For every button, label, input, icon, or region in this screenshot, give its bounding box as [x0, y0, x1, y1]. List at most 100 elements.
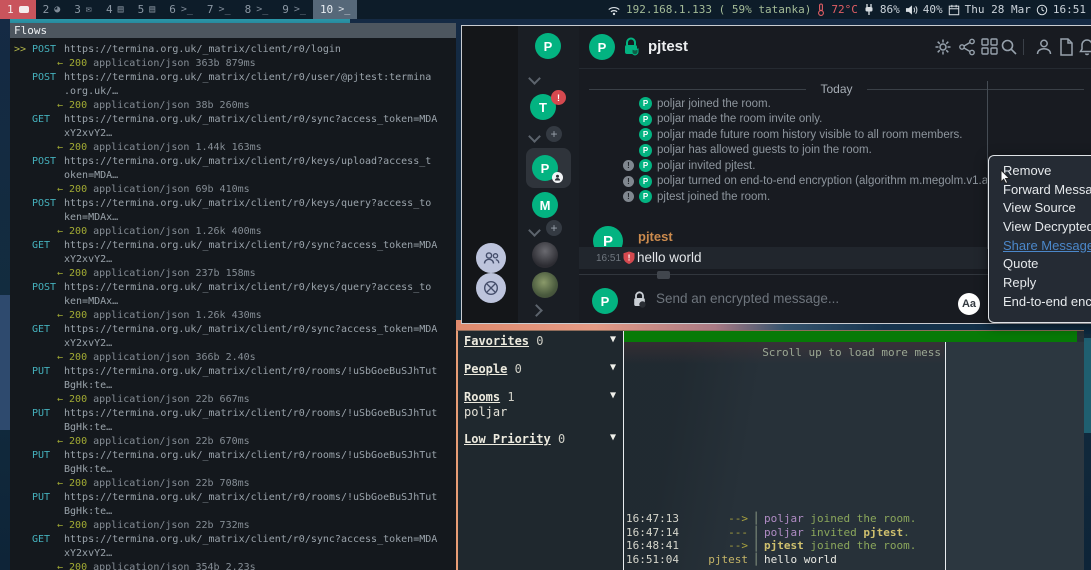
buflist-section-favorites[interactable]: Favorites 0▼ — [464, 334, 616, 348]
menu-item-share-message[interactable]: Share Message — [989, 237, 1091, 256]
collapse-arrow-icon[interactable]: ▼ — [610, 362, 616, 373]
bell-icon — [1079, 38, 1091, 56]
workspace-2[interactable]: 2◕ — [36, 0, 68, 19]
flow-row[interactable]: POSThttps://termina.org.uk/_matrix/clien… — [10, 281, 456, 323]
flow-row[interactable]: GEThttps://termina.org.uk/_matrix/client… — [10, 533, 456, 570]
books-icon: ▤ — [149, 4, 155, 15]
buflist-section-rooms[interactable]: Rooms 1▼ — [464, 390, 616, 404]
terminal-icon: >_ — [338, 4, 350, 15]
flow-row[interactable]: POSThttps://termina.org.uk/_matrix/clien… — [10, 197, 456, 239]
flow-row[interactable]: PUThttps://termina.org.uk/_matrix/client… — [10, 365, 456, 407]
timeline-event[interactable]: Ppoljar made the room invite only. — [623, 112, 1091, 128]
flow-row[interactable]: POSThttps://termina.org.uk/_matrix/clien… — [10, 155, 456, 197]
terminal-icon: >_ — [294, 4, 306, 15]
speaker-icon — [905, 4, 918, 16]
composer-input[interactable]: Send an encrypted message... — [656, 291, 839, 306]
workspace-4[interactable]: 4▤ — [99, 0, 131, 19]
flow-row[interactable]: PUThttps://termina.org.uk/_matrix/client… — [10, 491, 456, 533]
chat-line: 16:48:41-->│pjtest joined the room. — [626, 539, 944, 553]
menu-item-view-source[interactable]: View Source — [989, 199, 1091, 218]
menu-item-reply[interactable]: Reply — [989, 274, 1091, 293]
separator-line — [867, 89, 1084, 90]
formatting-button[interactable]: Aa — [958, 293, 980, 315]
prefix-separator: │ — [748, 539, 764, 553]
join-arrow: --> — [684, 512, 748, 526]
timeline-event[interactable]: Ppoljar joined the room. — [623, 96, 1091, 112]
power-plug-icon — [863, 3, 875, 16]
notifications-button[interactable] — [1079, 38, 1091, 61]
search-icon — [1000, 38, 1018, 56]
workspace-1[interactable]: 1 — [0, 0, 36, 19]
room-header: P pjtest — [579, 26, 1091, 69]
date-separator-label: Today — [806, 82, 866, 96]
grid-icon — [981, 38, 998, 55]
sender-name[interactable]: pjtest — [638, 229, 673, 244]
message-timestamp: 16:51 — [596, 253, 621, 264]
workspace-7[interactable]: 7>_ — [200, 0, 238, 19]
status-area: 192.168.1.133 ( 59% tatanka) 72°C 86% 40… — [607, 3, 1091, 16]
encrypted-lock-icon — [621, 36, 641, 58]
flow-row[interactable]: GEThttps://termina.org.uk/_matrix/client… — [10, 323, 456, 365]
resize-handle[interactable] — [657, 271, 670, 279]
share-button[interactable] — [958, 38, 976, 61]
room-avatar-globe[interactable] — [532, 272, 558, 298]
chat-line: 16:51:04pjtest│hello world — [626, 553, 944, 567]
composer-lock-icon — [631, 290, 648, 309]
workspace-9[interactable]: 9>_ — [275, 0, 313, 19]
members-button[interactable] — [1035, 38, 1053, 61]
thermometer-icon — [816, 3, 826, 16]
nick: pjtest — [863, 526, 903, 540]
unencrypted-warning-icon: ! — [623, 191, 634, 202]
workspace-5[interactable]: 5▤ — [131, 0, 163, 19]
collapse-arrow-icon[interactable]: ▼ — [610, 432, 616, 443]
settings-button[interactable] — [934, 38, 952, 61]
explore-button[interactable] — [476, 273, 506, 303]
flow-row[interactable]: >>POSThttps://termina.org.uk/_matrix/cli… — [10, 43, 456, 71]
buflist-section-people[interactable]: People 0▼ — [464, 362, 616, 376]
collapse-arrow-icon[interactable]: ▼ — [610, 334, 616, 345]
user-avatar[interactable]: P — [535, 33, 561, 59]
buflist-room-poljar[interactable]: poljar — [464, 405, 507, 419]
timeline-event[interactable]: Ppoljar made future room history visible… — [623, 127, 1091, 143]
flow-row[interactable]: GEThttps://termina.org.uk/_matrix/client… — [10, 239, 456, 281]
room-avatar[interactable]: P — [589, 34, 615, 60]
workspace-10[interactable]: 10>_ — [313, 0, 357, 19]
event-text: poljar made future room history visible … — [657, 129, 963, 141]
chevron-down-icon[interactable] — [528, 224, 541, 237]
flow-row[interactable]: POSThttps://termina.org.uk/_matrix/clien… — [10, 71, 456, 113]
search-button[interactable] — [1000, 38, 1018, 61]
workspace-8[interactable]: 8>_ — [238, 0, 276, 19]
event-avatar: P — [639, 113, 652, 126]
menu-item-view-decrypted-source[interactable]: View Decrypted Source — [989, 218, 1091, 237]
chevron-down-icon[interactable] — [528, 72, 541, 85]
share-icon — [958, 38, 976, 56]
chevron-right-icon[interactable] — [530, 304, 543, 317]
person-icon — [1035, 38, 1053, 56]
people-icon — [483, 251, 500, 265]
room-avatar-tower[interactable] — [532, 242, 558, 268]
workspace-3[interactable]: 3✉ — [67, 0, 99, 19]
workspace-number: 5 — [138, 3, 145, 16]
buflist-section-low-priority[interactable]: Low Priority 0▼ — [464, 432, 616, 446]
separator-line — [589, 89, 806, 90]
flow-row[interactable]: PUThttps://termina.org.uk/_matrix/client… — [10, 449, 456, 491]
menu-item-e2e[interactable]: End-to-end encryption — [989, 293, 1091, 312]
event-avatar: P — [639, 190, 652, 203]
nick: pjtest — [684, 553, 748, 567]
header-divider — [1023, 39, 1024, 55]
terminal-icon: >_ — [181, 4, 193, 15]
apps-button[interactable] — [981, 38, 998, 60]
chat-line: 16:47:14---│poljar invited pjtest. — [626, 526, 944, 540]
flow-row[interactable]: PUThttps://termina.org.uk/_matrix/client… — [10, 407, 456, 449]
people-button[interactable] — [476, 243, 506, 273]
menu-item-quote[interactable]: Quote — [989, 255, 1091, 274]
workspace-6[interactable]: 6>_ — [162, 0, 200, 19]
files-button[interactable] — [1059, 38, 1074, 61]
chat-log: 16:47:13-->│poljar joined the room. 16:4… — [626, 512, 944, 566]
collapse-arrow-icon[interactable]: ▼ — [610, 390, 616, 401]
chat-icon — [19, 6, 29, 13]
add-room-button[interactable]: + — [546, 220, 562, 236]
workspace-number: 1 — [7, 3, 14, 16]
network-status: 192.168.1.133 ( 59% tatanka) — [626, 3, 811, 16]
flow-row[interactable]: GEThttps://termina.org.uk/_matrix/client… — [10, 113, 456, 155]
